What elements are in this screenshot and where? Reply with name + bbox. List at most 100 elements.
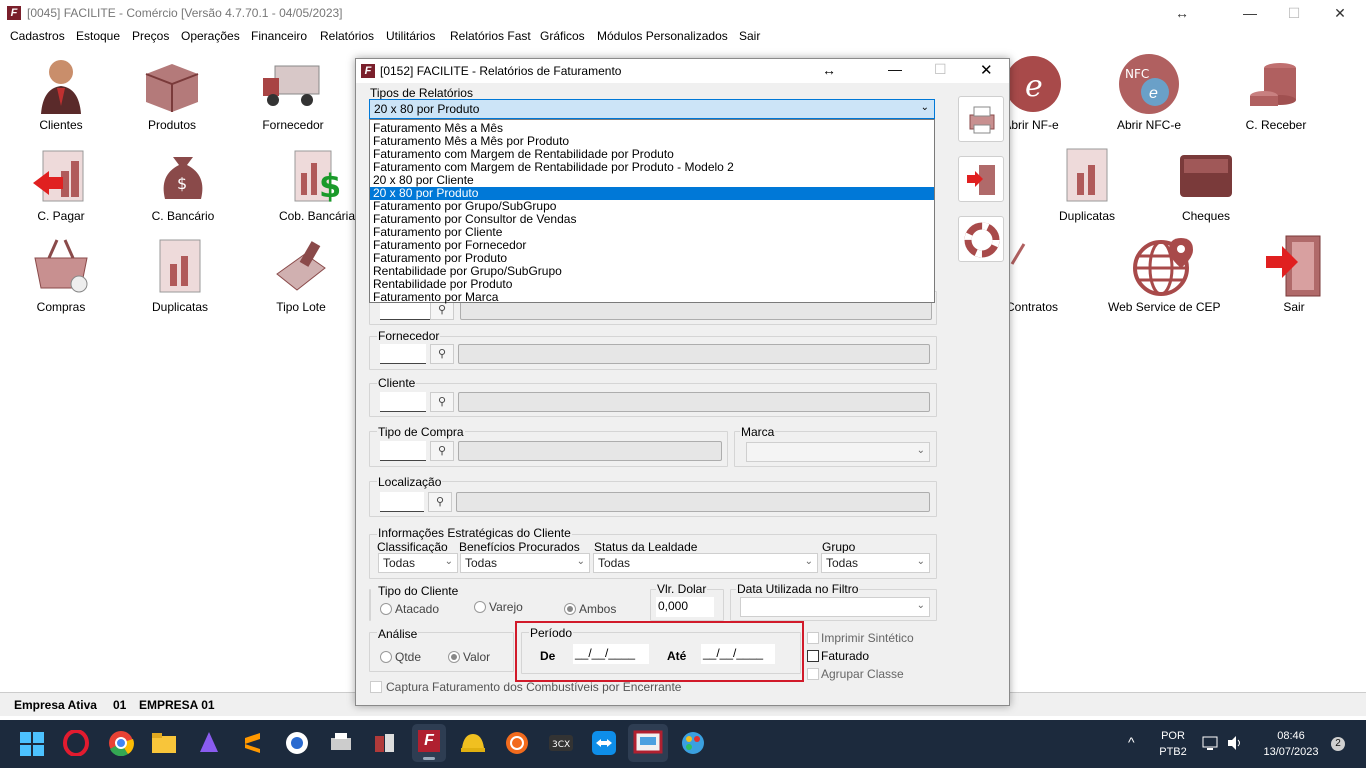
fornecedor-search-button[interactable]: ⚲ — [430, 344, 454, 364]
anydesk-like-icon[interactable] — [284, 730, 310, 756]
app-title-bar: F [0045] FACILITE - Comércio [Versão 4.7… — [0, 0, 1366, 26]
menu-modulos-personalizados[interactable]: Módulos Personalizados — [597, 29, 728, 43]
radio-valor[interactable] — [448, 651, 460, 663]
resize-cursor-icon: ↔ — [1175, 5, 1189, 21]
desktop-icon-tipo-lote[interactable]: Tipo Lote — [246, 234, 356, 314]
radio-atacado[interactable] — [380, 603, 392, 615]
books-app-icon[interactable] — [372, 730, 398, 756]
desktop-icon-fornecedor[interactable]: Fornecedor — [238, 52, 348, 132]
desktop-icon-duplicatas[interactable]: Duplicatas — [125, 234, 235, 314]
menu-utilitarios[interactable]: Utilitários — [386, 29, 435, 43]
menu-sair[interactable]: Sair — [739, 29, 760, 43]
desktop-icon-compras[interactable]: Compras — [6, 234, 116, 314]
network-icon[interactable] — [1202, 734, 1220, 752]
menu-financeiro[interactable]: Financeiro — [251, 29, 307, 43]
desktop-icon-cheques[interactable]: Cheques — [1151, 143, 1261, 223]
dialog-minimize-button[interactable]: — — [888, 61, 902, 77]
scanner-icon — [269, 234, 333, 298]
lifebuoy-icon — [964, 222, 1000, 258]
desktop-icon-c-pagar[interactable]: C. Pagar — [6, 143, 116, 223]
remote-desktop-icon[interactable] — [628, 724, 668, 762]
agrupar-classe-label: Agrupar Classe — [821, 667, 904, 681]
volume-icon[interactable] — [1226, 734, 1244, 752]
help-button[interactable] — [958, 216, 1004, 262]
vlr-dolar-input[interactable]: 0,000 — [656, 597, 714, 617]
3cx-icon[interactable]: 3CX — [548, 730, 574, 756]
print-button[interactable] — [958, 96, 1004, 142]
checkbox-imprimir-sintetico[interactable] — [807, 632, 819, 644]
radio-qtde[interactable] — [380, 651, 392, 663]
crystal-app-icon[interactable] — [196, 730, 222, 756]
icon-label: Web Service de CEP — [1108, 300, 1221, 314]
printer-app-icon[interactable] — [328, 730, 354, 756]
desktop-icon-c-bancario[interactable]: $ C. Bancário — [128, 143, 238, 223]
grupo-select[interactable]: Todas ⌄ — [821, 553, 930, 573]
keyboard-layout: PTB2 — [1159, 746, 1187, 758]
menu-relatorios[interactable]: Relatórios — [320, 29, 374, 43]
fornecedor-label: Fornecedor — [377, 329, 441, 343]
marca-select[interactable]: ⌄ — [746, 442, 930, 462]
tipos-relatorios-select[interactable]: 20 x 80 por Produto ⌄ — [369, 99, 935, 119]
truck-icon — [261, 52, 325, 116]
radio-varejo[interactable] — [474, 601, 486, 613]
cliente-search-button[interactable]: ⚲ — [430, 392, 454, 412]
radio-ambos[interactable] — [564, 603, 576, 615]
sublime-icon[interactable] — [240, 730, 266, 756]
minimize-button[interactable]: — — [1230, 3, 1270, 23]
checkbox-captura-combustiveis[interactable] — [370, 681, 382, 693]
notification-badge[interactable]: 2 — [1331, 737, 1345, 751]
close-button[interactable]: ✕ — [1320, 3, 1360, 23]
chevron-up-icon[interactable]: ^ — [1128, 734, 1135, 750]
dropdown-option[interactable]: Faturamento por Marca — [370, 291, 934, 304]
menu-precos[interactable]: Preços — [132, 29, 169, 43]
desktop-icon-web-service-cep[interactable]: Web Service de CEP — [1108, 234, 1221, 314]
tipo-compra-code-field[interactable] — [380, 441, 426, 461]
status-lealdade-select[interactable]: Todas ⌄ — [593, 553, 818, 573]
dialog-maximize-button[interactable]: ☐ — [934, 61, 947, 78]
localizacao-code-field[interactable] — [380, 492, 424, 512]
sync-app-icon[interactable] — [504, 730, 530, 756]
money-bag-icon: $ — [151, 143, 215, 207]
checkbox-agrupar-classe[interactable] — [807, 668, 819, 680]
start-button[interactable] — [20, 732, 44, 756]
cliente-code-field[interactable] — [380, 392, 426, 412]
varejo-label: Varejo — [489, 600, 523, 614]
menu-cadastros[interactable]: Cadastros — [10, 29, 65, 43]
localizacao-search-button[interactable]: ⚲ — [428, 492, 452, 512]
classificacao-select[interactable]: Todas ⌄ — [378, 553, 458, 573]
wallet-icon — [1174, 143, 1238, 207]
chrome-icon[interactable] — [108, 730, 134, 757]
exit-door-icon — [1262, 234, 1326, 298]
menu-graficos[interactable]: Gráficos — [540, 29, 585, 43]
globe-icon — [1131, 234, 1195, 298]
desktop-icon-clientes[interactable]: Clientes — [6, 52, 116, 132]
opera-icon[interactable] — [63, 729, 89, 757]
tipo-compra-search-button[interactable]: ⚲ — [430, 441, 454, 461]
dialog-close-button[interactable]: ✕ — [980, 61, 993, 79]
beneficios-select[interactable]: Todas ⌄ — [460, 553, 590, 573]
data-filtro-select[interactable]: ⌄ — [740, 597, 930, 617]
menu-estoque[interactable]: Estoque — [76, 29, 120, 43]
desktop-icon-produtos[interactable]: Produtos — [117, 52, 227, 132]
qtde-label: Qtde — [395, 650, 422, 664]
fornecedor-code-field[interactable] — [380, 344, 426, 364]
desktop-icon-abrir-nfce[interactable]: NFC e Abrir NFC-e — [1094, 52, 1204, 132]
hardhat-icon[interactable] — [460, 730, 486, 756]
facilite-taskbar-icon[interactable]: F — [412, 724, 446, 762]
chevron-down-icon: ⌄ — [916, 556, 925, 567]
desktop-icon-c-receber[interactable]: C. Receber — [1221, 52, 1331, 132]
file-explorer-icon[interactable] — [151, 730, 177, 756]
checkbox-faturado[interactable] — [807, 650, 819, 662]
exit-button[interactable] — [958, 156, 1004, 202]
menu-operacoes[interactable]: Operações — [181, 29, 240, 43]
imprimir-sintetico-label: Imprimir Sintético — [821, 631, 914, 645]
teamviewer-icon[interactable] — [591, 730, 617, 756]
desktop-icon-sair[interactable]: Sair — [1239, 234, 1349, 314]
clock-time[interactable]: 08:46 — [1252, 730, 1330, 742]
language-indicator[interactable]: POR — [1158, 730, 1188, 742]
desktop-icon-duplicatas-2[interactable]: Duplicatas — [1032, 143, 1142, 223]
maximize-button[interactable]: ☐ — [1274, 3, 1314, 23]
menu-relatorios-fast[interactable]: Relatórios Fast — [450, 29, 531, 43]
paint-icon[interactable] — [680, 730, 706, 756]
cliente-label: Cliente — [377, 376, 417, 390]
